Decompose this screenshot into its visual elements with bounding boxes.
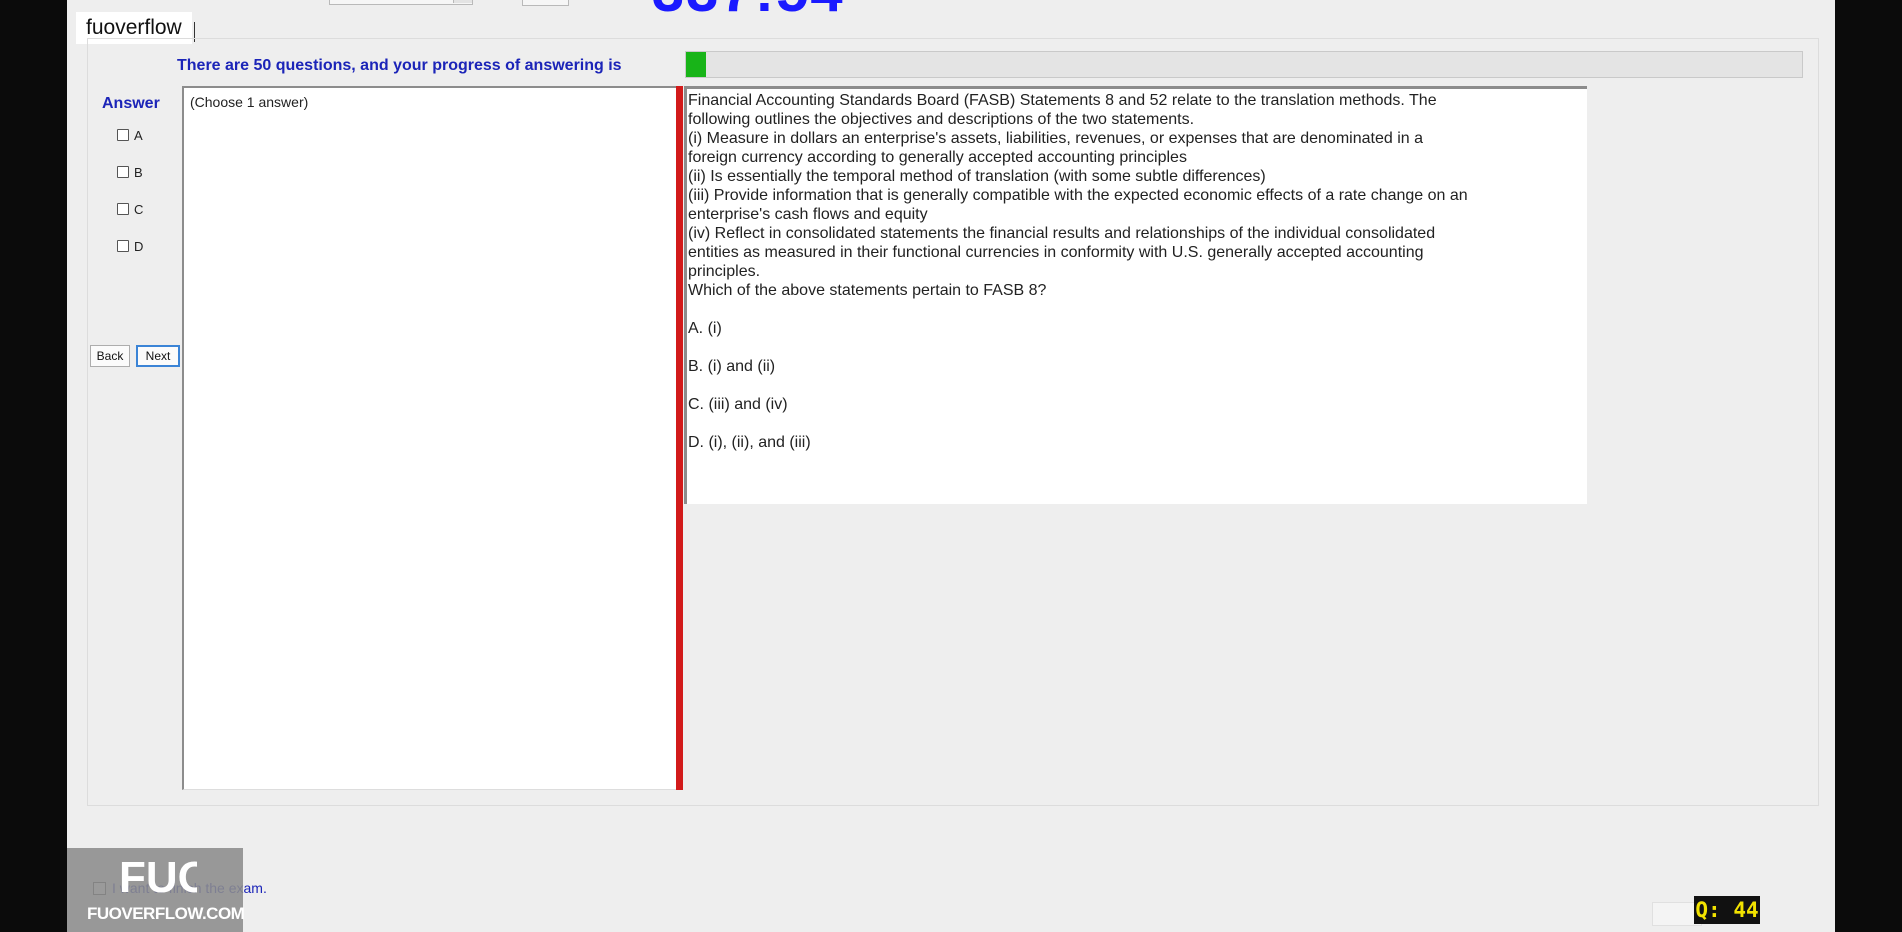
progress-label: There are 50 questions, and your progres…: [177, 57, 622, 74]
choice-a-text: A. (i): [688, 320, 722, 337]
exam-window: 337:54 fuoverflow There are 50 questions…: [67, 0, 1835, 932]
choose-instruction: (Choose 1 answer): [190, 94, 309, 110]
logo-mark-text: FUO: [119, 853, 197, 900]
question-line: (iv) Reflect in consolidated statements …: [688, 225, 1436, 242]
question-line: entities as measured in their functional…: [688, 244, 1424, 261]
question-line: foreign currency according to generally …: [688, 149, 1187, 166]
checkbox-a[interactable]: [117, 129, 129, 141]
question-line: following outlines the objectives and de…: [688, 111, 1195, 128]
question-line: (ii) Is essentially the temporal method …: [688, 168, 1266, 185]
progress-bar: [685, 51, 1803, 78]
option-label-c: C: [134, 201, 144, 217]
answer-text-box[interactable]: [182, 86, 678, 790]
question-line: Which of the above statements pertain to…: [688, 282, 1047, 299]
back-button[interactable]: Back: [90, 345, 130, 367]
checkbox-d[interactable]: [117, 240, 129, 252]
fuo-logo-icon: FUO: [119, 853, 197, 900]
question-text: Financial Accounting Standards Board (FA…: [688, 91, 1583, 300]
question-badge: Q: 44: [1694, 896, 1760, 924]
answer-option-d[interactable]: D: [117, 236, 143, 256]
next-button[interactable]: Next: [136, 345, 180, 367]
answer-option-b[interactable]: B: [117, 162, 143, 182]
splitter-divider[interactable]: [676, 86, 683, 790]
checkbox-c[interactable]: [117, 203, 129, 215]
question-line: Financial Accounting Standards Board (FA…: [688, 92, 1437, 109]
question-line: principles.: [688, 263, 761, 280]
exam-timer: 337:54: [652, 0, 845, 25]
checkbox-b[interactable]: [117, 166, 129, 178]
answer-option-a[interactable]: A: [117, 125, 143, 145]
question-line: (i) Measure in dollars an enterprise's a…: [688, 130, 1423, 147]
option-label-b: B: [134, 164, 143, 180]
option-label-d: D: [134, 238, 144, 254]
choice-d-text: D. (i), (ii), and (iii): [688, 434, 811, 451]
answer-heading: Answer: [102, 95, 160, 112]
choice-c-text: C. (iii) and (iv): [688, 396, 788, 413]
option-label-a: A: [134, 127, 143, 143]
logo-text: FUOVERFLOW.COM: [87, 904, 245, 923]
answer-option-c[interactable]: C: [117, 199, 143, 219]
question-line: enterprise's cash flows and equity: [688, 206, 928, 223]
top-small-field[interactable]: [522, 0, 569, 6]
choice-b-text: B. (i) and (ii): [688, 358, 776, 375]
progress-bar-fill: [686, 52, 706, 77]
question-line: (iii) Provide information that is genera…: [688, 187, 1468, 204]
dropdown-arrow-icon[interactable]: [453, 0, 472, 3]
top-dropdown[interactable]: [329, 0, 473, 5]
